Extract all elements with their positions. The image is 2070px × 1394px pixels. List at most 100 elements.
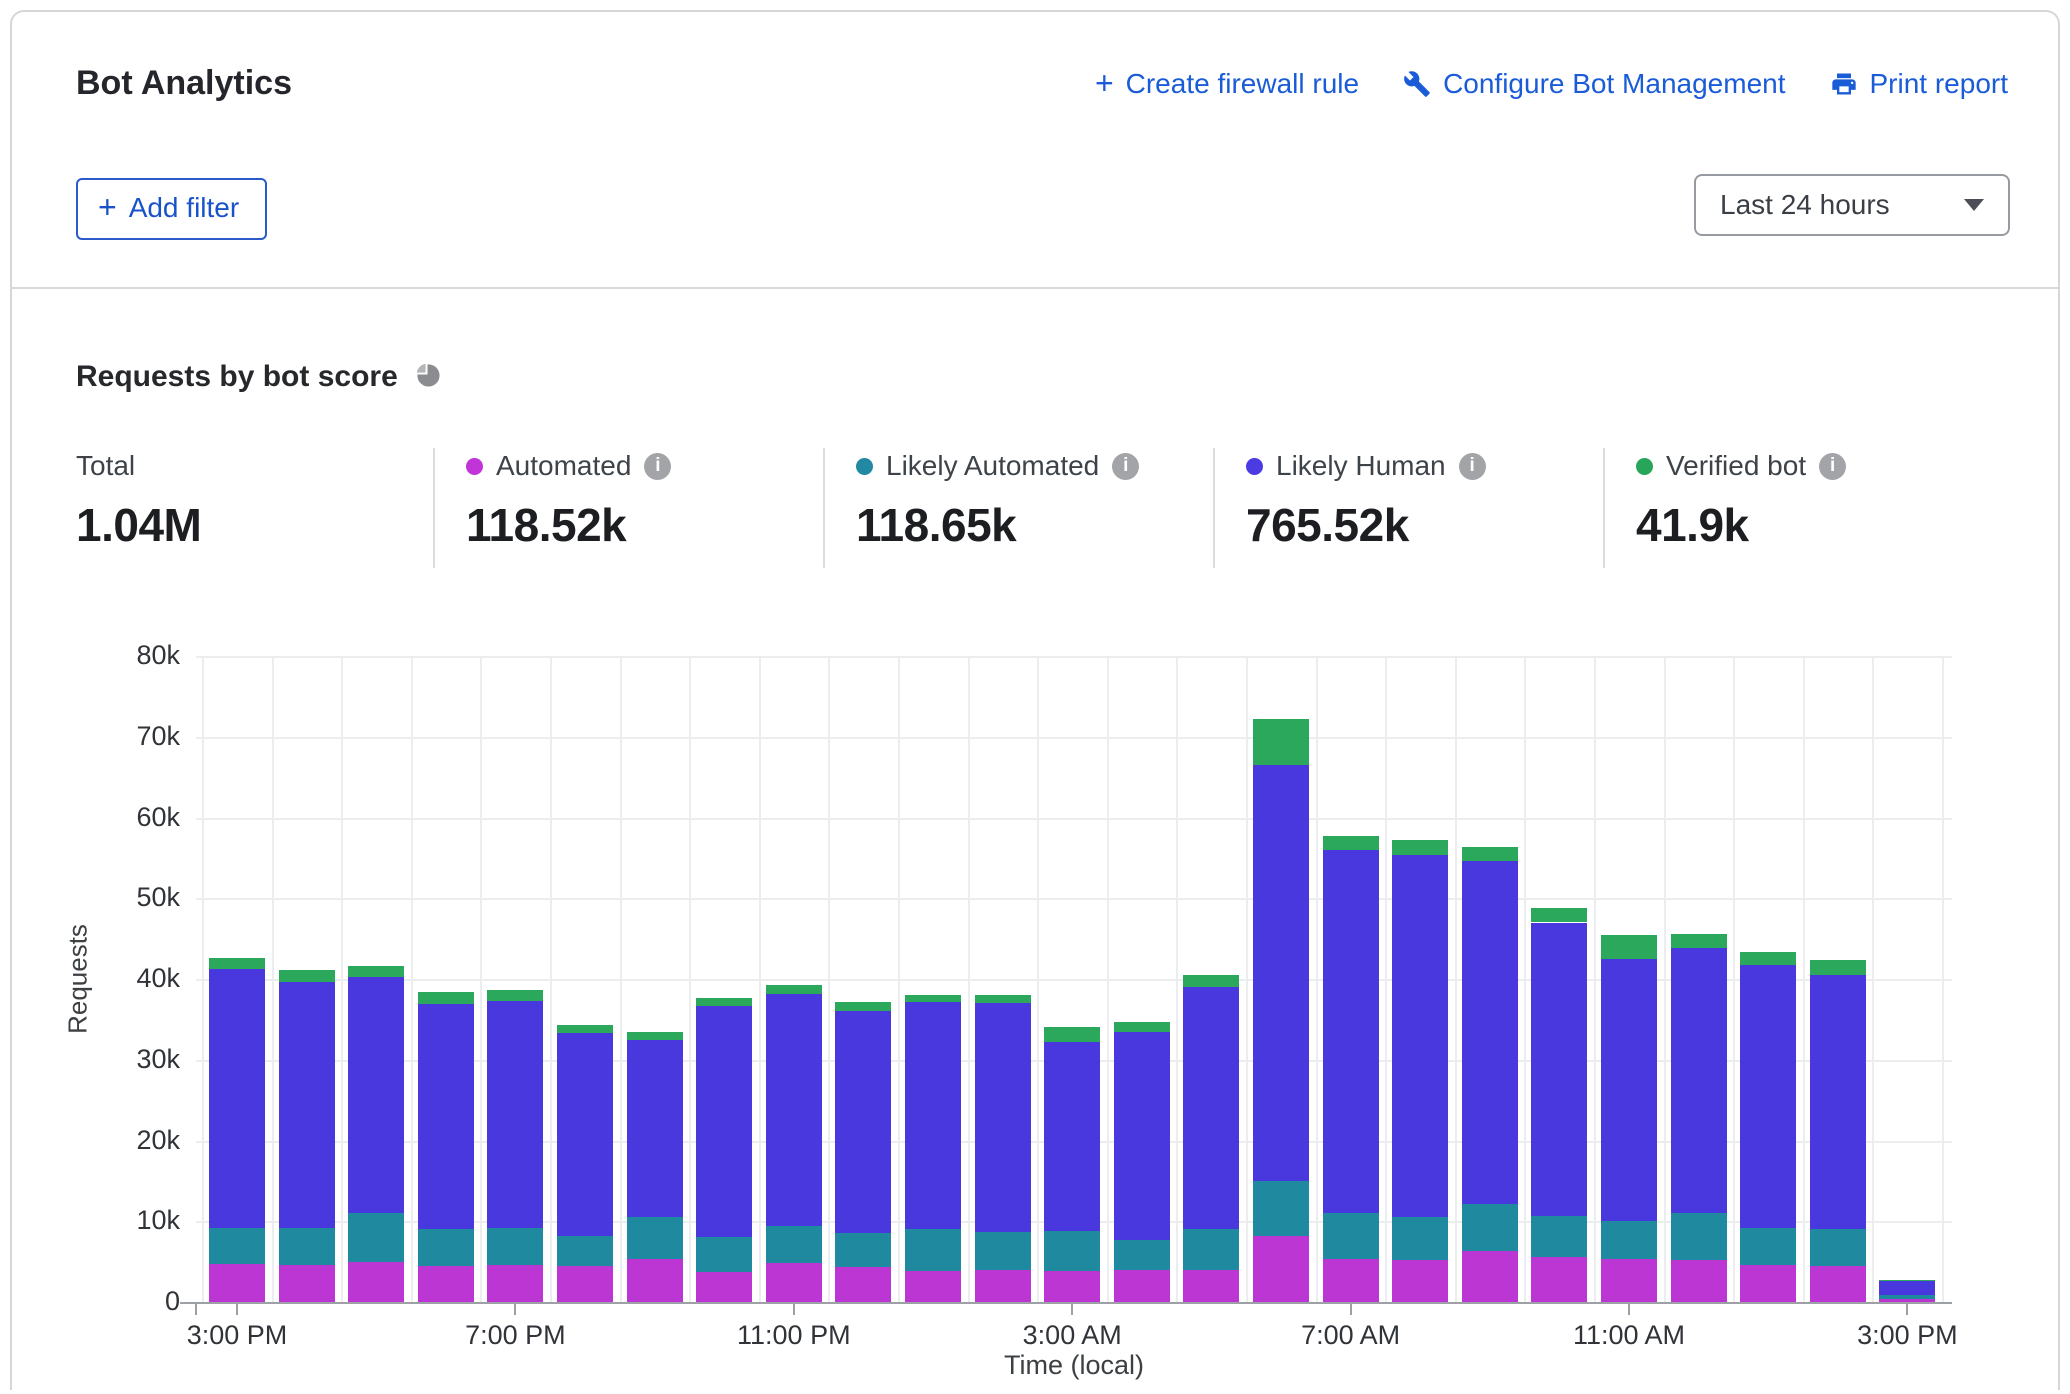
bar-segment-verified-bot[interactable]	[835, 1002, 891, 1012]
bar-segment-verified-bot[interactable]	[696, 998, 752, 1006]
bar-segment-likely-automated[interactable]	[209, 1228, 265, 1264]
bar-segment-verified-bot[interactable]	[975, 995, 1031, 1003]
bar-segment-likely-human[interactable]	[348, 977, 404, 1213]
bar-segment-likely-human[interactable]	[1392, 855, 1448, 1218]
bar-segment-likely-automated[interactable]	[766, 1226, 822, 1263]
bar-segment-likely-automated[interactable]	[905, 1229, 961, 1271]
bar-segment-automated[interactable]	[1462, 1251, 1518, 1302]
bar-segment-likely-automated[interactable]	[1671, 1213, 1727, 1260]
bar-segment-automated[interactable]	[1323, 1259, 1379, 1302]
bar-segment-likely-automated[interactable]	[1323, 1213, 1379, 1259]
bar-segment-automated[interactable]	[835, 1267, 891, 1302]
bar-segment-likely-automated[interactable]	[1462, 1204, 1518, 1252]
bar-segment-verified-bot[interactable]	[557, 1025, 613, 1033]
bar-segment-likely-human[interactable]	[1810, 975, 1866, 1229]
bar-segment-verified-bot[interactable]	[1044, 1027, 1100, 1042]
bar-segment-verified-bot[interactable]	[209, 958, 265, 969]
bar-segment-automated[interactable]	[557, 1266, 613, 1302]
bar-segment-likely-automated[interactable]	[1392, 1217, 1448, 1260]
bar-segment-likely-human[interactable]	[1601, 959, 1657, 1221]
bar-segment-verified-bot[interactable]	[1323, 836, 1379, 850]
bar-segment-likely-automated[interactable]	[696, 1237, 752, 1272]
bar-segment-automated[interactable]	[1531, 1257, 1587, 1302]
bar-segment-verified-bot[interactable]	[1183, 975, 1239, 987]
bar-segment-verified-bot[interactable]	[766, 985, 822, 993]
bar-segment-likely-automated[interactable]	[1044, 1231, 1100, 1271]
bar-segment-likely-automated[interactable]	[557, 1236, 613, 1266]
bar-segment-likely-automated[interactable]	[1114, 1240, 1170, 1270]
bar-segment-likely-automated[interactable]	[835, 1233, 891, 1268]
bar-segment-verified-bot[interactable]	[1253, 719, 1309, 765]
bar-segment-likely-human[interactable]	[209, 969, 265, 1227]
bar-segment-verified-bot[interactable]	[1810, 960, 1866, 975]
bar-segment-verified-bot[interactable]	[1392, 840, 1448, 855]
bar-segment-likely-human[interactable]	[766, 994, 822, 1227]
bar-segment-likely-automated[interactable]	[418, 1229, 474, 1266]
bar-segment-likely-human[interactable]	[1462, 861, 1518, 1203]
bar-segment-automated[interactable]	[209, 1264, 265, 1302]
bar-segment-likely-automated[interactable]	[1810, 1229, 1866, 1265]
bar-segment-automated[interactable]	[487, 1265, 543, 1302]
bar-segment-likely-automated[interactable]	[348, 1213, 404, 1261]
bar-segment-likely-automated[interactable]	[1879, 1295, 1935, 1299]
bar-segment-automated[interactable]	[1740, 1265, 1796, 1302]
bar-segment-likely-human[interactable]	[975, 1003, 1031, 1232]
bar-segment-automated[interactable]	[1810, 1266, 1866, 1302]
bar-segment-likely-automated[interactable]	[1740, 1228, 1796, 1265]
bar-segment-verified-bot[interactable]	[1462, 847, 1518, 862]
bar-segment-likely-human[interactable]	[1879, 1281, 1935, 1295]
bar-segment-likely-automated[interactable]	[975, 1232, 1031, 1270]
bar-segment-automated[interactable]	[348, 1262, 404, 1302]
bar-segment-likely-automated[interactable]	[279, 1228, 335, 1265]
bar-segment-likely-human[interactable]	[1114, 1032, 1170, 1240]
bar-segment-automated[interactable]	[766, 1263, 822, 1302]
bar-segment-likely-automated[interactable]	[1601, 1221, 1657, 1259]
bar-segment-likely-automated[interactable]	[1531, 1216, 1587, 1257]
bar-segment-automated[interactable]	[627, 1259, 683, 1302]
bar-segment-likely-human[interactable]	[1044, 1042, 1100, 1231]
bar-segment-automated[interactable]	[1671, 1260, 1727, 1302]
bar-segment-likely-human[interactable]	[1183, 987, 1239, 1229]
bar-segment-likely-human[interactable]	[627, 1040, 683, 1217]
bar-segment-verified-bot[interactable]	[1601, 935, 1657, 959]
bar-segment-automated[interactable]	[1114, 1270, 1170, 1302]
bar-segment-verified-bot[interactable]	[418, 992, 474, 1004]
bar-segment-likely-human[interactable]	[835, 1011, 891, 1232]
bar-segment-likely-automated[interactable]	[627, 1217, 683, 1259]
bar-segment-likely-human[interactable]	[1740, 965, 1796, 1227]
bar-segment-likely-human[interactable]	[487, 1001, 543, 1228]
bar-segment-likely-human[interactable]	[905, 1002, 961, 1230]
bar-segment-likely-automated[interactable]	[1183, 1229, 1239, 1269]
bar-segment-likely-human[interactable]	[418, 1004, 474, 1229]
bar-segment-verified-bot[interactable]	[487, 990, 543, 1001]
bar-segment-likely-human[interactable]	[279, 982, 335, 1227]
bar-segment-automated[interactable]	[1253, 1236, 1309, 1302]
bar-segment-likely-human[interactable]	[1531, 923, 1587, 1216]
bar-segment-automated[interactable]	[279, 1265, 335, 1302]
bar-segment-automated[interactable]	[905, 1271, 961, 1302]
bar-segment-likely-human[interactable]	[1253, 765, 1309, 1181]
bar-segment-automated[interactable]	[1044, 1271, 1100, 1302]
bar-segment-verified-bot[interactable]	[1671, 934, 1727, 949]
bar-segment-verified-bot[interactable]	[1879, 1280, 1935, 1281]
bar-segment-likely-human[interactable]	[1671, 948, 1727, 1213]
bar-segment-verified-bot[interactable]	[1531, 908, 1587, 923]
bar-segment-verified-bot[interactable]	[1114, 1022, 1170, 1032]
bar-segment-verified-bot[interactable]	[279, 970, 335, 982]
bar-segment-automated[interactable]	[1183, 1270, 1239, 1302]
bar-segment-verified-bot[interactable]	[1740, 952, 1796, 966]
bar-segment-automated[interactable]	[1879, 1299, 1935, 1302]
bar-segment-automated[interactable]	[1601, 1259, 1657, 1302]
bar-segment-automated[interactable]	[418, 1266, 474, 1302]
bar-segment-verified-bot[interactable]	[348, 966, 404, 977]
bar-segment-likely-human[interactable]	[696, 1006, 752, 1237]
bar-segment-likely-human[interactable]	[557, 1033, 613, 1236]
bar-segment-likely-automated[interactable]	[1253, 1181, 1309, 1236]
bar-segment-automated[interactable]	[975, 1270, 1031, 1302]
bar-segment-verified-bot[interactable]	[905, 995, 961, 1001]
bar-segment-likely-human[interactable]	[1323, 850, 1379, 1213]
bar-segment-verified-bot[interactable]	[627, 1032, 683, 1041]
bar-segment-automated[interactable]	[1392, 1260, 1448, 1302]
bar-segment-likely-automated[interactable]	[487, 1228, 543, 1265]
bar-segment-automated[interactable]	[696, 1272, 752, 1302]
